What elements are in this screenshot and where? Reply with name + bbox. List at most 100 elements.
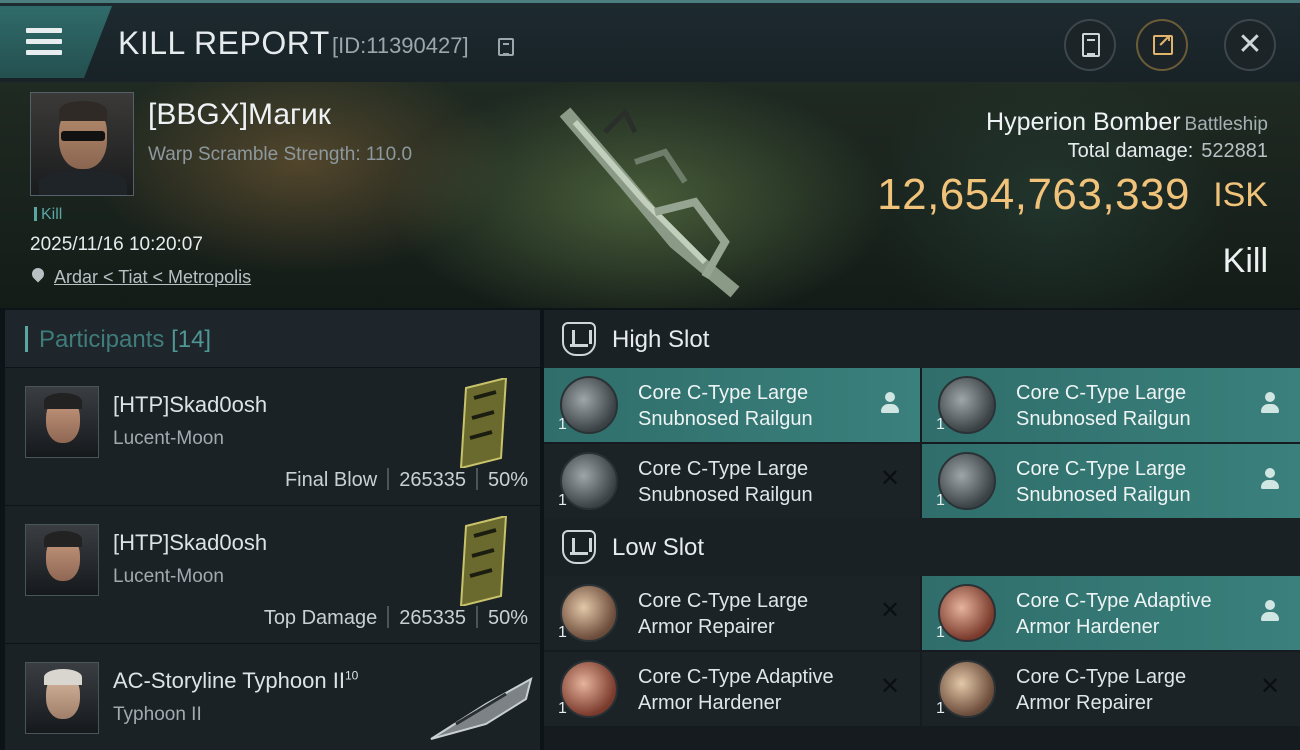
destroyed-x-icon: ✕ bbox=[879, 465, 901, 492]
high-slot-title: High Slot bbox=[612, 326, 710, 353]
share-button[interactable] bbox=[1136, 19, 1188, 71]
participant-ship: Lucent-Moon bbox=[113, 428, 224, 449]
share-icon bbox=[1153, 31, 1173, 55]
railgun-icon bbox=[938, 376, 996, 434]
ship-type[interactable]: Hyperion Bomber bbox=[986, 108, 1181, 136]
ship-class: Battleship bbox=[1184, 114, 1268, 135]
module-item[interactable]: 1 Core C-Type Large Armor Repairer ✕ bbox=[922, 652, 1300, 726]
module-quantity: 1 bbox=[936, 492, 945, 509]
module-quantity: 1 bbox=[558, 492, 567, 509]
module-quantity: 1 bbox=[936, 416, 945, 433]
participant-avatar[interactable] bbox=[25, 386, 99, 458]
hamburger-icon bbox=[26, 28, 62, 56]
report-id: [ID:11390427] bbox=[332, 33, 469, 58]
dropped-person-icon bbox=[1258, 466, 1282, 492]
armor-hardener-icon bbox=[938, 584, 996, 642]
participants-panel: Participants [14] [HTP]Skad0osh Lucent-M… bbox=[5, 310, 540, 750]
total-damage-value: 522881 bbox=[1201, 140, 1268, 162]
participants-title: Participants [14] bbox=[39, 326, 212, 353]
victim-avatar[interactable] bbox=[30, 92, 134, 196]
dropped-person-icon bbox=[1258, 390, 1282, 416]
copy-icon[interactable] bbox=[498, 38, 514, 56]
victim-name[interactable]: [BBGX]Магик bbox=[148, 98, 331, 132]
low-slot-icon bbox=[562, 530, 596, 564]
participant-ship: Typhoon II bbox=[113, 704, 202, 725]
destroyed-x-icon: ✕ bbox=[879, 597, 901, 624]
participant-avatar[interactable] bbox=[25, 524, 99, 596]
location-link[interactable]: Ardar < Tiat < Metropolis bbox=[54, 267, 251, 288]
participants-header[interactable]: Participants [14] bbox=[5, 310, 540, 368]
participant-name: [HTP]Skad0osh bbox=[113, 392, 268, 417]
armor-repairer-icon bbox=[560, 584, 618, 642]
participant-stats: Top Damage 265335 50% bbox=[264, 606, 528, 630]
module-item[interactable]: 1 Core C-Type Adaptive Armor Hardener bbox=[922, 576, 1300, 650]
module-name: Core C-Type Large Snubnosed Railgun bbox=[638, 382, 813, 430]
module-quantity: 1 bbox=[558, 700, 567, 717]
participant-level: 10 bbox=[344, 668, 359, 683]
page-title: KILL REPORT bbox=[118, 25, 330, 61]
module-item[interactable]: 1 Core C-Type Large Snubnosed Railgun bbox=[922, 444, 1300, 518]
participants-count: [14] bbox=[171, 326, 212, 353]
participant-stats: Final Blow 265335 50% bbox=[285, 468, 528, 492]
armor-hardener-icon bbox=[560, 660, 618, 718]
result-label: Kill bbox=[1222, 242, 1268, 280]
module-item[interactable]: 1 Core C-Type Large Snubnosed Railgun bbox=[922, 368, 1300, 442]
participant-role: Top Damage bbox=[263, 607, 378, 629]
ship-image[interactable] bbox=[555, 92, 755, 302]
dropped-person-icon bbox=[1258, 598, 1282, 624]
participant-damage: 265335 bbox=[399, 469, 466, 491]
high-slot-icon bbox=[562, 322, 596, 356]
isk-label: ISK bbox=[1213, 176, 1268, 214]
module-quantity: 1 bbox=[936, 700, 945, 717]
kill-datetime: 2025/11/16 10:20:07 bbox=[30, 234, 203, 255]
module-item[interactable]: 1 Core C-Type Large Armor Repairer ✕ bbox=[544, 576, 920, 650]
lucent-moon-ship-icon bbox=[459, 378, 508, 468]
low-slot-grid: 1 Core C-Type Large Armor Repairer ✕ 1 Co… bbox=[544, 576, 1300, 726]
kill-tag: Kill bbox=[34, 206, 62, 224]
module-name: Core C-Type Large Armor Repairer bbox=[638, 590, 809, 638]
clipboard-icon bbox=[1082, 33, 1100, 57]
close-button[interactable]: ✕ bbox=[1224, 19, 1276, 71]
participant-role: Final Blow bbox=[284, 469, 378, 491]
warp-scramble-strength: Warp Scramble Strength: 110.0 bbox=[148, 144, 413, 165]
railgun-icon bbox=[560, 376, 618, 434]
participant-ship: Lucent-Moon bbox=[113, 566, 224, 587]
high-slot-grid: 1 Core C-Type Large Snubnosed Railgun 1 C… bbox=[544, 368, 1300, 518]
module-name: Core C-Type Large Snubnosed Railgun bbox=[638, 458, 813, 506]
participant-row[interactable]: [HTP]Skad0osh Lucent-Moon Top Damage 2653… bbox=[5, 506, 540, 644]
participant-row[interactable]: [HTP]Skad0osh Lucent-Moon Final Blow 2653… bbox=[5, 368, 540, 506]
participant-name: [HTP]Skad0osh bbox=[113, 530, 268, 555]
isk-value: 12,654,763,339 bbox=[877, 170, 1190, 219]
railgun-icon bbox=[938, 452, 996, 510]
high-slot-header: High Slot bbox=[544, 310, 1300, 368]
module-quantity: 1 bbox=[558, 416, 567, 433]
participant-percent: 50% bbox=[487, 607, 528, 629]
fitting-panel: High Slot 1 Core C-Type Large Snubnosed R… bbox=[544, 310, 1300, 750]
module-name: Core C-Type Large Armor Repairer bbox=[1016, 666, 1187, 714]
clipboard-button[interactable] bbox=[1064, 19, 1116, 71]
ship-name: Hyperion Bomber Battleship bbox=[986, 108, 1268, 137]
menu-button[interactable] bbox=[0, 6, 112, 78]
destroyed-x-icon: ✕ bbox=[1259, 673, 1281, 700]
low-slot-title: Low Slot bbox=[612, 534, 705, 561]
module-name: Core C-Type Adaptive Armor Hardener bbox=[638, 666, 834, 714]
module-item[interactable]: 1 Core C-Type Large Snubnosed Railgun bbox=[544, 368, 920, 442]
module-item[interactable]: 1 Core C-Type Large Snubnosed Railgun ✕ bbox=[544, 444, 920, 518]
total-damage-label: Total damage: bbox=[1067, 140, 1194, 162]
location-pin-icon bbox=[29, 265, 47, 283]
low-slot-header: Low Slot bbox=[544, 518, 1300, 576]
module-item[interactable]: 1 Core C-Type Adaptive Armor Hardener ✕ bbox=[544, 652, 920, 726]
participant-name: AC-Storyline Typhoon II10 bbox=[113, 668, 359, 693]
close-icon: ✕ bbox=[1237, 28, 1263, 61]
dropped-person-icon bbox=[878, 390, 902, 416]
participant-row[interactable]: AC-Storyline Typhoon II10 Typhoon II bbox=[5, 644, 540, 750]
module-name: Core C-Type Large Snubnosed Railgun bbox=[1016, 458, 1191, 506]
module-name: Core C-Type Adaptive Armor Hardener bbox=[1016, 590, 1212, 638]
participant-avatar[interactable] bbox=[25, 662, 99, 734]
typhoon-ship-icon bbox=[430, 677, 533, 740]
participant-damage: 265335 bbox=[399, 607, 466, 629]
victim-summary: [BBGX]Магик Warp Scramble Strength: 110.… bbox=[0, 82, 1300, 308]
module-quantity: 1 bbox=[936, 624, 945, 641]
module-quantity: 1 bbox=[558, 624, 567, 641]
participant-percent: 50% bbox=[487, 469, 528, 491]
